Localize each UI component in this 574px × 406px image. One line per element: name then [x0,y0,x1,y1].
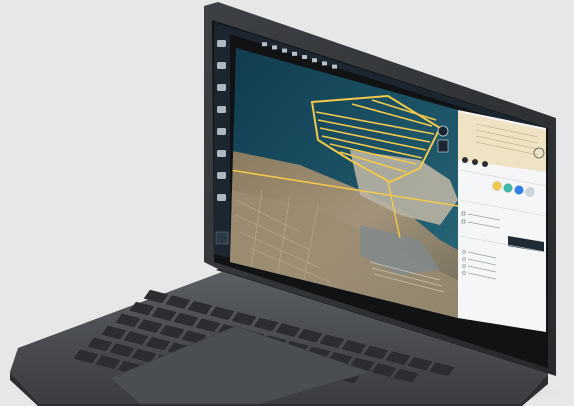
keyboard-key [115,313,141,328]
keyboard-key [275,323,301,337]
keyboard-key [123,331,149,345]
keyboard-key [253,317,279,332]
keyboard-key [159,324,185,339]
keyboard-key [393,368,419,383]
keyboard-key [173,312,199,327]
keyboard-key [319,334,345,349]
keyboard-key [101,325,127,340]
keyboard-key [73,349,99,364]
keyboard-key [209,306,235,321]
laptop-scene [0,0,574,406]
keyboard-key [87,337,113,352]
keyboard-key [143,289,169,304]
keyboard-key [109,343,135,357]
keyboard-key [407,356,433,371]
keyboard-key [145,336,171,351]
keyboard [73,289,455,405]
keyboard-key [371,363,397,377]
keyboard-key [187,300,213,315]
keyboard-key [429,362,455,377]
keyboard-key [195,318,221,333]
keyboard-key [129,301,155,316]
keyboard-key [363,345,389,360]
keyboard-key [151,307,177,321]
keyboard-key [137,319,163,333]
keyboard-key [297,328,323,343]
keyboard-key [231,312,257,326]
keyboard-key [385,351,411,365]
keyboard-key [95,355,121,369]
keyboard-key [341,340,367,354]
keyboard-key [165,295,191,309]
